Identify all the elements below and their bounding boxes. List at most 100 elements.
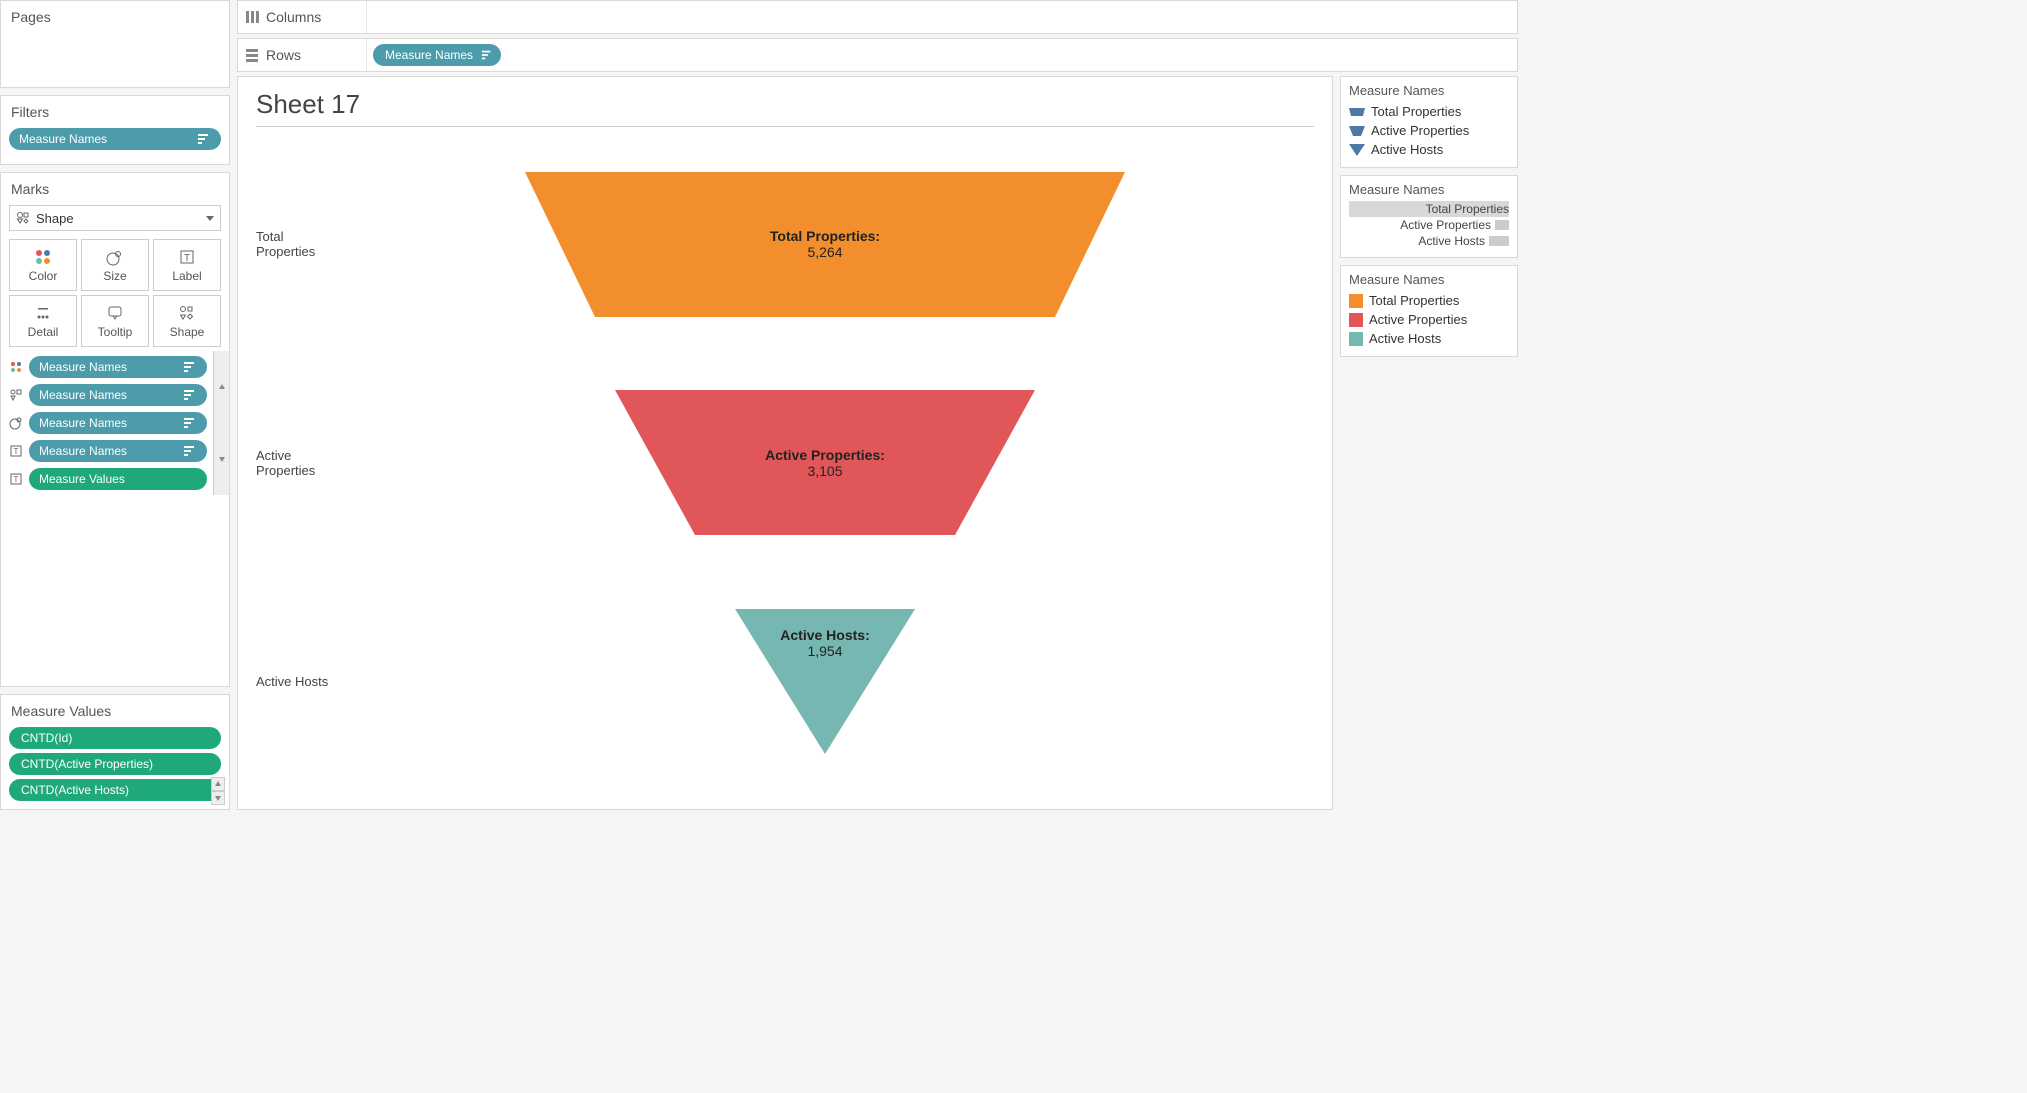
mv-pill[interactable]: CNTD(Active Hosts): [9, 779, 221, 801]
legend-title: Measure Names: [1349, 272, 1509, 287]
marks-btn-size[interactable]: Size: [81, 239, 149, 291]
viz-card: Sheet 17 Total Properties Total Properti…: [237, 76, 1333, 810]
columns-content[interactable]: [366, 1, 1517, 33]
trapezoid-icon: [1349, 125, 1365, 137]
color-swatch-icon: [1349, 294, 1363, 308]
mv-pill[interactable]: CNTD(Active Properties): [9, 753, 221, 775]
marks-buttons: Color Size T Label Detail Tooltip: [1, 235, 229, 351]
detail-icon: [34, 304, 52, 322]
marks-btn-label: Label: [172, 269, 201, 283]
marks-scroll: [213, 351, 229, 495]
size-legend-item[interactable]: Total Properties: [1349, 201, 1509, 217]
tooltip-icon: [106, 304, 124, 322]
pages-card[interactable]: Pages: [0, 0, 230, 88]
legend-title: Measure Names: [1349, 83, 1509, 98]
marks-type-label: Shape: [36, 211, 74, 226]
pill-label: Measure Names: [39, 388, 127, 402]
legend-item[interactable]: Total Properties: [1349, 291, 1509, 310]
funnel-segment-active-props[interactable]: Active Properties: 3,105: [615, 390, 1035, 535]
pages-card-title: Pages: [1, 1, 229, 29]
scroll-up-button[interactable]: [211, 777, 225, 791]
size-legend-item[interactable]: Active Hosts: [1349, 233, 1509, 249]
marks-btn-label: Detail: [28, 325, 59, 339]
legend-item[interactable]: Active Properties: [1349, 310, 1509, 329]
marks-card-title: Marks: [1, 173, 229, 201]
text-icon: T: [7, 472, 25, 486]
triangle-icon: [1349, 144, 1365, 156]
rows-shelf[interactable]: Rows Measure Names: [237, 38, 1518, 72]
funnel-row: Active Hosts Active Hosts: 1,954: [256, 572, 1314, 790]
legend-label: Active Properties: [1349, 218, 1491, 232]
funnel-segment-total[interactable]: Total Properties: 5,264: [525, 172, 1125, 317]
svg-text:T: T: [184, 253, 190, 264]
marks-btn-tooltip[interactable]: Tooltip: [81, 295, 149, 347]
columns-shelf[interactable]: Columns: [237, 0, 1518, 34]
shape-icon: [7, 388, 25, 402]
size-bar-icon: [1495, 220, 1509, 230]
marks-type-select[interactable]: Shape: [9, 205, 221, 231]
legend-item[interactable]: Active Hosts: [1349, 329, 1509, 348]
pill-label: Measure Names: [39, 416, 127, 430]
legend-item[interactable]: Active Properties: [1349, 121, 1509, 140]
funnel-segment-active-hosts[interactable]: Active Hosts: 1,954: [735, 609, 915, 754]
segment-label: Active Hosts:: [780, 627, 869, 643]
color-swatch-icon: [1349, 313, 1363, 327]
scroll-up-button[interactable]: [214, 351, 229, 423]
legend-item[interactable]: Total Properties: [1349, 102, 1509, 121]
marks-card: Marks Shape Color Size T Label: [0, 172, 230, 687]
columns-icon: [238, 9, 266, 25]
marks-btn-shape[interactable]: Shape: [153, 295, 221, 347]
legend-label: Active Hosts: [1371, 142, 1443, 157]
funnel-row: Total Properties Total Properties: 5,264: [256, 135, 1314, 353]
marks-btn-label[interactable]: T Label: [153, 239, 221, 291]
color-icon: [7, 360, 25, 374]
size-legend-item[interactable]: Active Properties: [1349, 217, 1509, 233]
columns-label: Columns: [266, 9, 366, 25]
mark-pill[interactable]: Measure Names: [29, 384, 207, 406]
marks-btn-color[interactable]: Color: [9, 239, 77, 291]
segment-value: 1,954: [807, 643, 842, 659]
color-icon: [34, 248, 52, 266]
scroll-down-button[interactable]: [211, 791, 225, 805]
segment-value: 5,264: [807, 244, 842, 260]
marks-encodings: Measure Names Measure Names Measure Name…: [1, 351, 213, 495]
chevron-down-icon: [206, 216, 214, 221]
text-icon: T: [7, 444, 25, 458]
svg-text:T: T: [14, 475, 19, 484]
rows-content[interactable]: Measure Names: [366, 39, 1517, 71]
mark-encoding-text: T Measure Names: [5, 437, 209, 465]
marks-btn-label: Shape: [170, 325, 205, 339]
viz-wrap: Sheet 17 Total Properties Total Properti…: [237, 76, 1518, 810]
rows-pill-measure-names[interactable]: Measure Names: [373, 44, 501, 66]
pill-label: Measure Names: [385, 48, 473, 62]
segment-label: Active Properties:: [765, 447, 885, 463]
marks-btn-detail[interactable]: Detail: [9, 295, 77, 347]
mark-pill[interactable]: Measure Names: [29, 356, 207, 378]
legend-label: Total Properties: [1349, 202, 1509, 216]
sort-icon: [183, 416, 197, 430]
mv-pill[interactable]: CNTD(Id): [9, 727, 221, 749]
rows-label: Rows: [266, 47, 366, 63]
sort-icon: [183, 444, 197, 458]
legend-item[interactable]: Active Hosts: [1349, 140, 1509, 159]
sheet-title[interactable]: Sheet 17: [256, 89, 1314, 127]
mark-pill[interactable]: Measure Values: [29, 468, 207, 490]
shape-icon: [16, 211, 30, 225]
sort-icon: [183, 388, 197, 402]
marks-btn-label: Size: [103, 269, 126, 283]
size-icon: [106, 248, 124, 266]
filter-pill-measure-names[interactable]: Measure Names: [9, 128, 221, 150]
app-root: Pages Filters Measure Names Marks Shape …: [0, 0, 1518, 810]
legends-panel: Measure Names Total Properties Active Pr…: [1340, 76, 1518, 810]
legend-label: Active Hosts: [1369, 331, 1441, 346]
mark-pill[interactable]: Measure Names: [29, 440, 207, 462]
legend-label: Total Properties: [1371, 104, 1461, 119]
scroll-down-button[interactable]: [214, 423, 229, 495]
measure-values-title: Measure Values: [1, 695, 229, 723]
shape-legend: Measure Names Total Properties Active Pr…: [1340, 76, 1518, 168]
legend-title: Measure Names: [1349, 182, 1509, 197]
mark-pill[interactable]: Measure Names: [29, 412, 207, 434]
filters-card-title: Filters: [1, 96, 229, 124]
svg-text:T: T: [14, 447, 19, 456]
legend-label: Active Properties: [1369, 312, 1467, 327]
